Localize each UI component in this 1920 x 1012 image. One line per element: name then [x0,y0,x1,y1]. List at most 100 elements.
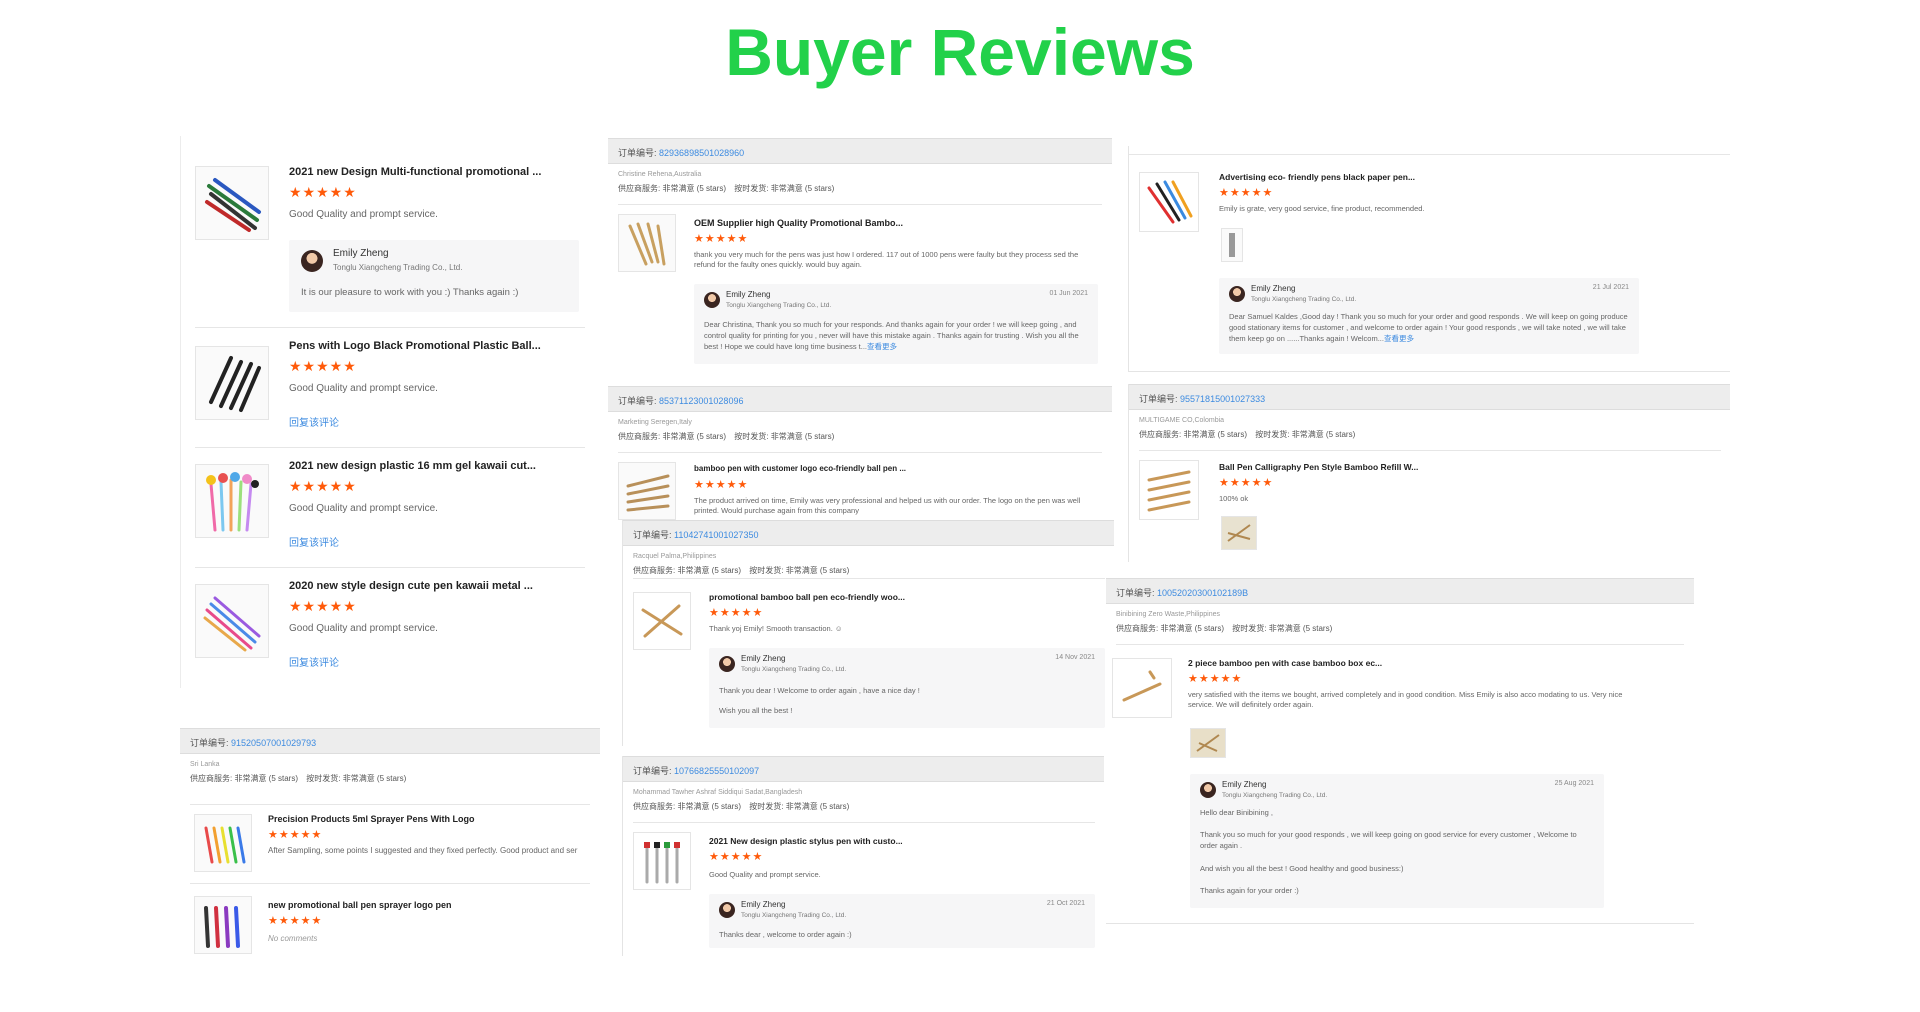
review-photo[interactable] [1190,728,1226,758]
service-rating: 供应商服务: 非常满意 (5 stars) 按时发货: 非常满意 (5 star… [180,768,600,784]
product-thumbnail[interactable] [1139,460,1199,520]
divider [190,883,590,884]
product-name[interactable]: new promotional ball pen sprayer logo pe… [268,900,588,910]
product-name[interactable]: Pens with Logo Black Promotional Plastic… [289,340,579,352]
product-name[interactable]: 2 piece bamboo pen with case bamboo box … [1188,658,1678,668]
product-thumbnail[interactable] [633,832,691,890]
read-more-link[interactable]: 查看更多 [1384,334,1414,343]
pen-image-icon [626,474,670,512]
pen-image-icon [206,472,259,532]
pen-image-icon [204,826,246,864]
order-header: 订单编号: 11042741001027350 [623,520,1114,546]
review-comment: thank you very much for the pens was jus… [694,250,1079,270]
buyer-name: Sri Lanka [190,761,220,768]
pen-photo-icon [1227,524,1251,542]
product-thumbnail[interactable] [195,584,269,658]
product-thumbnail[interactable] [195,346,269,420]
review-comment: Good Quality and prompt service. [289,383,438,394]
order-label: 订单编号: [618,396,657,406]
product-name[interactable]: promotional bamboo ball pen eco-friendly… [709,592,1099,602]
reply-name: Emily Zheng [741,900,786,909]
order-header: 订单编号: 91520507001029793 [180,728,600,754]
product-name[interactable]: 2021 new Design Multi-functional promoti… [289,166,579,178]
product-name[interactable]: bamboo pen with customer logo eco-friend… [694,464,1094,473]
review-photo[interactable] [1221,516,1257,550]
product-thumbnail[interactable] [1112,658,1172,718]
reply-name: Emily Zheng [726,290,771,299]
reply-link[interactable]: 回复该评论 [289,654,339,669]
review-item: 2020 new style design cute pen kawaii me… [181,568,590,688]
product-name[interactable]: 2021 new design plastic 16 mm gel kawaii… [289,460,579,472]
product-thumbnail[interactable] [1139,172,1199,232]
seller-reply: Emily Zheng Tonglu Xiangcheng Trading Co… [1190,774,1604,908]
product-thumbnail[interactable] [194,814,252,872]
read-more-link[interactable]: 查看更多 [867,342,897,351]
service-rating: 供应商服务: 非常满意 (5 stars) 按时发货: 非常满意 (5 star… [623,796,1104,812]
delivery-rating: 按时发货: 非常满意 (5 stars) [734,184,835,193]
product-name[interactable]: 2021 New design plastic stylus pen with … [709,836,1089,846]
order-number[interactable]: 10052020300102189B [1157,588,1248,598]
reply-company: Tonglu Xiangcheng Trading Co., Ltd. [1222,792,1328,799]
order-label: 订单编号: [190,738,229,748]
order-number[interactable]: 85371123001028096 [659,396,743,406]
reply-text: Wish you all the best ! [719,706,793,715]
order-number[interactable]: 95571815001027333 [1180,394,1265,404]
pen-photo-icon [1196,734,1220,752]
reply-company: Tonglu Xiangcheng Trading Co., Ltd. [1251,296,1357,303]
reply-date: 21 Oct 2021 [1046,900,1085,907]
product-thumbnail[interactable] [618,462,676,520]
rating-stars: ★★★★★ [709,851,764,863]
reply-text: Dear Samuel Kaldes ,Good day ! Thank you… [1229,312,1629,345]
avatar [719,902,735,918]
review-comment: After Sampling, some points I suggested … [268,846,578,855]
product-thumbnail[interactable] [194,896,252,954]
product-name[interactable]: Ball Pen Calligraphy Pen Style Bamboo Re… [1219,462,1719,472]
order-header: 订单编号: 10052020300102189B [1106,578,1694,604]
reply-name: Emily Zheng [1251,284,1296,293]
divider [190,804,590,805]
delivery-rating: 按时发货: 非常满意 (5 stars) [1255,430,1356,439]
order-number[interactable]: 11042741001027350 [674,530,758,540]
review-panel-right-top: Advertising eco- friendly pens black pap… [1128,146,1730,372]
product-thumbnail[interactable] [633,592,691,650]
reply-link[interactable]: 回复该评论 [289,534,339,549]
avatar [719,656,735,672]
pen-photo-icon [1229,233,1235,257]
buyer-name: Marketing Seregen,Italy [618,419,692,426]
reply-company: Tonglu Xiangcheng Trading Co., Ltd. [741,912,847,919]
product-thumbnail[interactable] [195,166,269,240]
product-name[interactable]: OEM Supplier high Quality Promotional Ba… [694,218,1094,228]
pen-image-icon [1147,180,1193,224]
order-number[interactable]: 10766825550102097 [674,766,759,776]
buyer-name: Binibining Zero Waste,Philippines [1116,611,1221,618]
reply-date: 14 Nov 2021 [1055,654,1095,661]
seller-reply: Emily Zheng Tonglu Xiangcheng Trading Co… [1219,278,1639,354]
reply-text: Thank you dear ! Welcome to order again … [719,686,920,695]
rating-stars: ★★★★★ [1219,477,1274,489]
service-rating: 供应商服务: 非常满意 (5 stars) 按时发货: 非常满意 (5 star… [608,426,1112,442]
reply-link[interactable]: 回复该评论 [289,414,339,429]
product-name[interactable]: Advertising eco- friendly pens black pap… [1219,172,1719,182]
pen-image-icon [644,842,680,884]
service-rating: 供应商服务: 非常满意 (5 stars) 按时发货: 非常满意 (5 star… [1106,618,1694,634]
review-item: 2021 new design plastic 16 mm gel kawaii… [181,448,590,568]
rating-stars: ★★★★★ [694,233,749,245]
review-item: 2021 new Design Multi-functional promoti… [181,136,590,326]
review-item: Pens with Logo Black Promotional Plastic… [181,328,590,448]
divider [1116,644,1684,645]
reply-date: 21 Jul 2021 [1592,284,1629,291]
supplier-service-rating: 供应商服务: 非常满意 (5 stars) [618,432,727,441]
rating-stars: ★★★★★ [289,184,357,200]
pen-image-icon [204,906,240,948]
product-name[interactable]: Precision Products 5ml Sprayer Pens With… [268,814,588,824]
reply-text: Dear Christina, Thank you so much for yo… [704,320,1088,353]
pen-image-icon [1122,670,1162,702]
review-comment: Good Quality and prompt service. [289,209,438,220]
reply-text: Thanks again for your order :) [1200,886,1299,895]
order-number[interactable]: 91520507001029793 [231,738,316,748]
order-number[interactable]: 82936898501028960 [659,148,744,158]
product-thumbnail[interactable] [195,464,269,538]
product-thumbnail[interactable] [618,214,676,272]
product-name[interactable]: 2020 new style design cute pen kawaii me… [289,580,579,592]
review-photo[interactable] [1221,228,1243,262]
